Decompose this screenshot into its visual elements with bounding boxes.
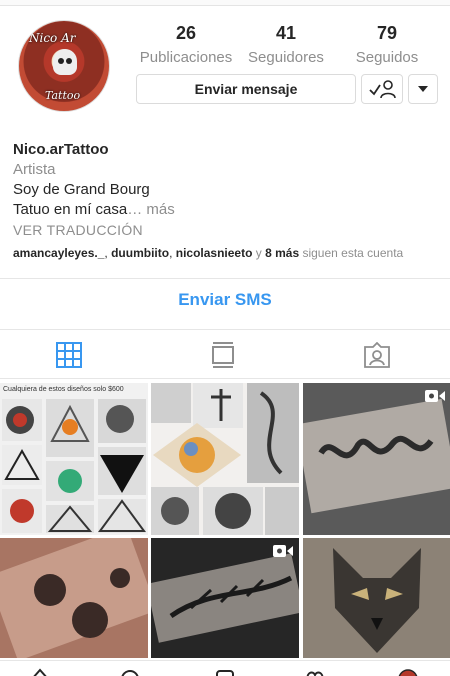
- stat-posts-value: 26: [175, 23, 197, 43]
- stat-following-label: Seguidos: [355, 49, 419, 66]
- stat-followers-label: Seguidores: [248, 49, 324, 66]
- post-thumbnail[interactable]: [151, 538, 299, 658]
- search-icon[interactable]: [120, 667, 140, 676]
- post-thumbnail[interactable]: [0, 538, 148, 658]
- post-thumbnail[interactable]: Cualquiera de estos diseños solo $600: [0, 383, 148, 535]
- profile-name: Nico.arTattoo: [13, 141, 109, 158]
- posts-grid: Cualquiera de estos diseños solo $600: [0, 383, 450, 658]
- divider: [0, 329, 450, 330]
- chevron-down-icon: [418, 86, 428, 92]
- arm-lettering-tattoo-image: [303, 383, 450, 535]
- follower-sep-3: y: [252, 246, 266, 260]
- tattoo-designs-image: [2, 399, 146, 533]
- bio-more-link[interactable]: … más: [127, 201, 175, 218]
- following-check-icon: [369, 80, 396, 99]
- skull-icon: [53, 49, 77, 75]
- see-translation-link[interactable]: VER TRADUCCIÓN: [13, 220, 433, 240]
- follower-user-3[interactable]: nicolasnieeto: [176, 246, 253, 260]
- post-thumbnail[interactable]: [303, 538, 450, 658]
- tab-grid[interactable]: [56, 342, 86, 368]
- profile-bio: Nico.arTattoo Artista Soy de Grand Bourg…: [13, 140, 433, 240]
- stat-following[interactable]: 79 Seguidos: [332, 22, 442, 70]
- activity-icon[interactable]: [305, 667, 325, 676]
- following-button[interactable]: [361, 74, 403, 104]
- add-post-icon[interactable]: [215, 667, 235, 676]
- stat-following-value: 79: [376, 23, 398, 43]
- tagged-icon: [364, 341, 390, 368]
- bio-line-2: Tatuo en mí casa… más: [13, 200, 433, 220]
- video-icon: [273, 545, 293, 557]
- stat-followers[interactable]: 41 Seguidores: [231, 22, 341, 70]
- follower-user-2[interactable]: duumbiito: [111, 246, 169, 260]
- grid-icon: [56, 342, 82, 368]
- follower-sep-2: ,: [169, 246, 176, 260]
- rose-tattoo-image: [0, 538, 148, 658]
- send-sms-button[interactable]: Enviar SMS: [0, 290, 450, 310]
- stat-followers-value: 41: [275, 23, 297, 43]
- bottom-navigation: [0, 660, 450, 676]
- post-thumbnail[interactable]: [151, 383, 299, 535]
- profile-tabs: [0, 332, 450, 378]
- follower-suffix: siguen esta cuenta: [299, 246, 404, 260]
- wolf-tattoo-image: [303, 538, 450, 658]
- avatar-logo-text-bottom: Tattoo: [45, 89, 81, 102]
- feed-icon: [212, 342, 234, 368]
- profile-category: Artista: [13, 161, 56, 178]
- suggestions-dropdown-button[interactable]: [408, 74, 438, 104]
- send-message-button[interactable]: Enviar mensaje: [136, 74, 356, 104]
- stat-posts[interactable]: 26 Publicaciones: [131, 22, 241, 70]
- follower-more[interactable]: 8 más: [265, 246, 299, 260]
- profile-avatar[interactable]: Nico Ar Tattoo: [18, 20, 110, 112]
- home-icon[interactable]: [30, 667, 50, 676]
- video-icon: [425, 390, 445, 402]
- tab-feed[interactable]: [210, 342, 240, 368]
- profile-tab-avatar-icon[interactable]: [398, 667, 418, 676]
- divider: [0, 378, 450, 379]
- status-strip: [0, 0, 450, 6]
- divider: [0, 278, 450, 279]
- follower-user-1[interactable]: amancayleyes._: [13, 246, 104, 260]
- followed-by-text[interactable]: amancayleyes._, duumbiito, nicolasnieeto…: [13, 246, 403, 260]
- stat-posts-label: Publicaciones: [139, 49, 233, 66]
- post-thumbnail[interactable]: [303, 383, 450, 535]
- tattoo-collage-image: [151, 383, 299, 535]
- avatar-logo-text: Nico Ar: [29, 31, 76, 45]
- bio-line-2-text: Tatuo en mí casa: [13, 201, 128, 218]
- bio-line-1: Soy de Grand Bourg: [13, 181, 150, 198]
- tab-tagged[interactable]: [363, 341, 393, 368]
